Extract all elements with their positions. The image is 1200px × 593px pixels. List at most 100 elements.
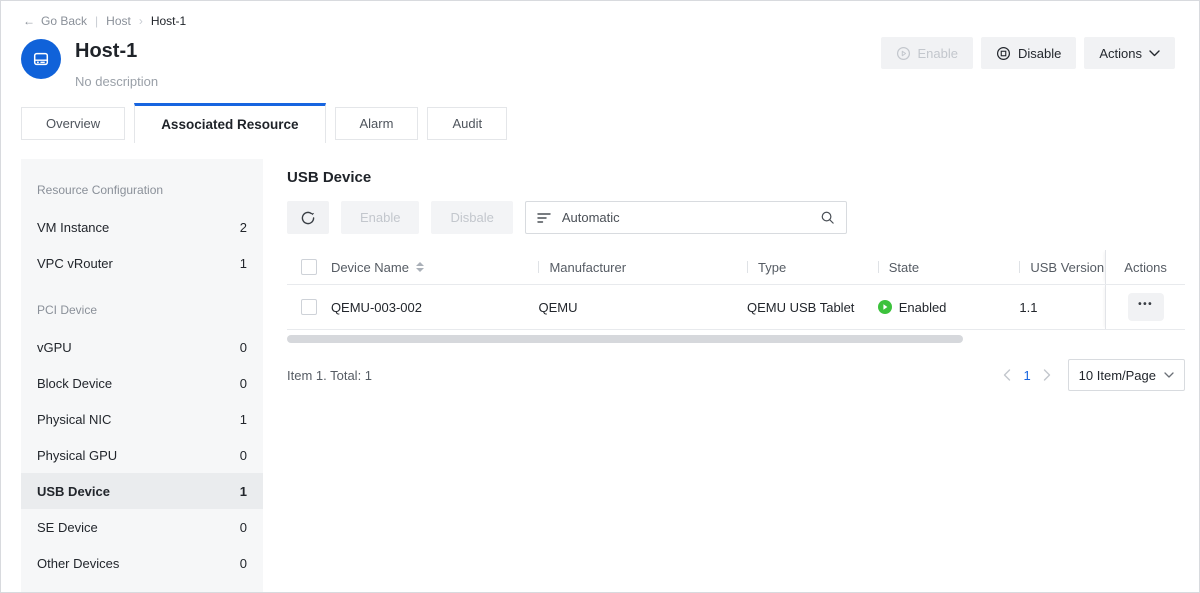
page-number[interactable]: 1 xyxy=(1023,368,1030,383)
sidebar-item-count: 0 xyxy=(240,340,247,355)
disable-button-label: Disable xyxy=(1018,46,1061,61)
chevron-down-icon xyxy=(1149,50,1160,57)
tab-overview[interactable]: Overview xyxy=(21,107,125,140)
header-checkbox-cell xyxy=(287,259,331,275)
resource-sidebar: Resource Configuration VM Instance 2 VPC… xyxy=(21,159,263,592)
sidebar-item-count: 1 xyxy=(240,256,247,271)
page-subtitle: No description xyxy=(75,74,158,89)
state-label: Enabled xyxy=(899,300,947,315)
table-disable-button[interactable]: Disbale xyxy=(431,201,512,234)
prev-page-button[interactable] xyxy=(1000,369,1014,381)
sidebar-item-label: USB Device xyxy=(37,484,110,499)
breadcrumb: ← Go Back | Host › Host-1 xyxy=(1,1,1199,29)
server-icon xyxy=(31,49,51,69)
search-icon[interactable] xyxy=(820,210,835,225)
sidebar-item-label: SE Device xyxy=(37,520,98,535)
sidebar-item-physical-gpu[interactable]: Physical GPU 0 xyxy=(21,437,263,473)
cell-manufacturer: QEMU xyxy=(538,300,747,315)
column-label: Actions xyxy=(1124,260,1167,275)
actions-button[interactable]: Actions xyxy=(1084,37,1175,69)
chevron-right-icon xyxy=(1043,369,1051,381)
sidebar-item-label: VPC vRouter xyxy=(37,256,113,271)
tab-alarm[interactable]: Alarm xyxy=(335,107,419,140)
main-panel: USB Device Enable Disbale xyxy=(287,159,1185,592)
cell-type: QEMU USB Tablet xyxy=(747,300,878,315)
column-label: Device Name xyxy=(331,260,409,275)
sidebar-item-count: 1 xyxy=(240,412,247,427)
sidebar-item-count: 0 xyxy=(240,556,247,571)
search-input[interactable] xyxy=(560,209,820,226)
enable-button[interactable]: Enable xyxy=(881,37,973,69)
cell-actions: ••• xyxy=(1105,285,1185,329)
column-divider xyxy=(747,261,748,273)
row-checkbox-cell xyxy=(287,299,331,315)
breadcrumb-current: Host-1 xyxy=(151,14,186,28)
sidebar-item-count: 0 xyxy=(240,448,247,463)
refresh-button[interactable] xyxy=(287,201,329,234)
column-device-name: Device Name xyxy=(331,260,539,275)
row-actions-button[interactable]: ••• xyxy=(1128,293,1164,321)
page-title: Host-1 xyxy=(75,40,158,63)
content: Resource Configuration VM Instance 2 VPC… xyxy=(1,159,1199,592)
enable-button-label: Enable xyxy=(918,46,958,61)
sidebar-item-vm-instance[interactable]: VM Instance 2 xyxy=(21,209,263,245)
tab-audit[interactable]: Audit xyxy=(427,107,507,140)
tab-associated-resource[interactable]: Associated Resource xyxy=(134,103,325,143)
sidebar-section-title: Resource Configuration xyxy=(21,161,263,209)
breadcrumb-divider: | xyxy=(95,14,98,28)
page-size-select[interactable]: 10 Item/Page xyxy=(1068,359,1185,391)
horizontal-scrollbar[interactable] xyxy=(287,335,963,343)
state-enabled-icon xyxy=(878,300,892,314)
go-back-link[interactable]: ← Go Back xyxy=(23,14,87,28)
column-state: State xyxy=(878,260,1020,275)
filter-icon xyxy=(537,212,551,224)
sort-icon[interactable] xyxy=(416,262,424,272)
cell-state: Enabled xyxy=(878,300,1020,315)
sidebar-item-block-device[interactable]: Block Device 0 xyxy=(21,365,263,401)
search-box[interactable] xyxy=(525,201,847,234)
panel-title: USB Device xyxy=(287,169,1185,186)
cell-device-name: QEMU-003-002 xyxy=(331,300,539,315)
host-icon xyxy=(21,39,61,79)
select-all-checkbox[interactable] xyxy=(301,259,317,275)
sidebar-item-label: Other Devices xyxy=(37,556,119,571)
header-actions: Enable Disable Actions xyxy=(881,37,1175,69)
sidebar-item-vpc-vrouter[interactable]: VPC vRouter 1 xyxy=(21,245,263,281)
state-badge: Enabled xyxy=(878,300,947,315)
column-label: Manufacturer xyxy=(549,260,626,275)
breadcrumb-chevron-icon: › xyxy=(139,14,143,28)
sidebar-item-label: Block Device xyxy=(37,376,112,391)
pagination: Item 1. Total: 1 1 10 Item/Page xyxy=(287,359,1185,391)
actions-button-label: Actions xyxy=(1099,46,1142,61)
next-page-button[interactable] xyxy=(1040,369,1054,381)
toolbar: Enable Disbale xyxy=(287,201,1185,234)
sidebar-item-other-devices[interactable]: Other Devices 0 xyxy=(21,545,263,581)
back-arrow-icon: ← xyxy=(23,14,35,28)
chevron-down-icon xyxy=(1164,372,1174,378)
sidebar-item-count: 0 xyxy=(240,376,247,391)
row-checkbox[interactable] xyxy=(301,299,317,315)
stop-circle-icon xyxy=(996,46,1011,61)
page: ← Go Back | Host › Host-1 Host-1 No desc… xyxy=(1,1,1199,592)
pagination-summary: Item 1. Total: 1 xyxy=(287,368,372,383)
table-row: QEMU-003-002 QEMU QEMU USB Tablet Enable… xyxy=(287,284,1185,330)
sidebar-item-usb-device[interactable]: USB Device 1 xyxy=(21,473,263,509)
column-type: Type xyxy=(747,260,878,275)
pager: 1 10 Item/Page xyxy=(1000,359,1185,391)
breadcrumb-host-link[interactable]: Host xyxy=(106,14,131,28)
sidebar-item-label: vGPU xyxy=(37,340,72,355)
table-header: Device Name Manufacturer Type xyxy=(287,250,1185,284)
sidebar-item-physical-nic[interactable]: Physical NIC 1 xyxy=(21,401,263,437)
disable-button[interactable]: Disable xyxy=(981,37,1076,69)
column-label: Type xyxy=(758,260,786,275)
refresh-icon xyxy=(300,210,316,226)
sidebar-item-vgpu[interactable]: vGPU 0 xyxy=(21,329,263,365)
table-enable-button[interactable]: Enable xyxy=(341,201,419,234)
column-label: USB Version xyxy=(1030,260,1104,275)
sidebar-item-se-device[interactable]: SE Device 0 xyxy=(21,509,263,545)
page-header: Host-1 No description Enable Disable Act… xyxy=(1,29,1199,89)
column-usb-version: USB Version xyxy=(1019,260,1105,275)
cell-usb-version: 1.1 xyxy=(1019,300,1105,315)
column-actions: Actions xyxy=(1105,250,1185,284)
sidebar-item-count: 0 xyxy=(240,520,247,535)
